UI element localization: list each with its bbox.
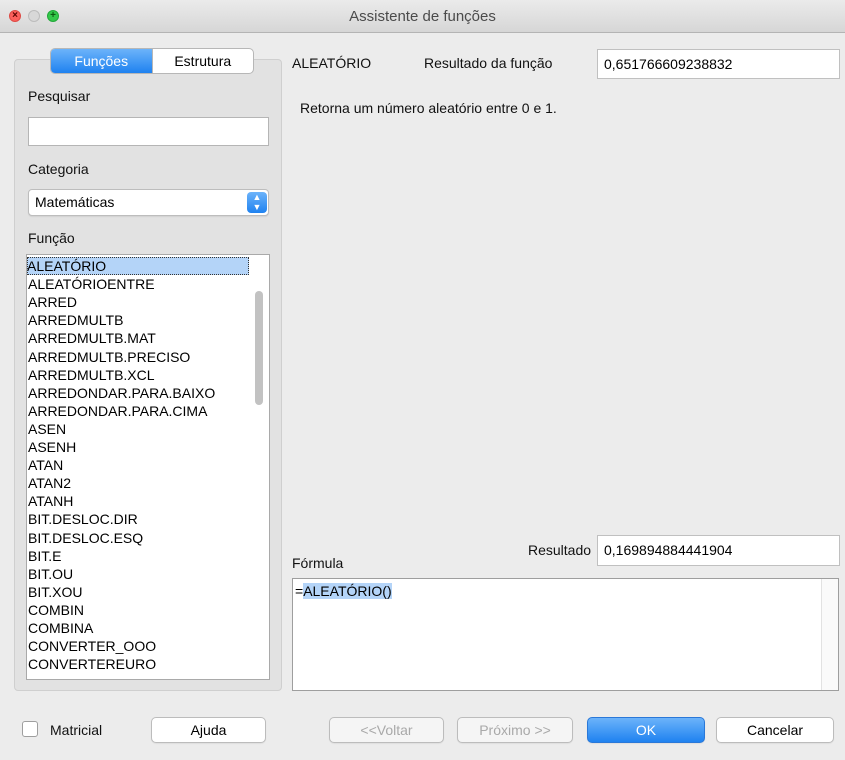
function-name: ALEATÓRIO [292,55,372,71]
search-label: Pesquisar [28,88,91,104]
tab-bar: Funções Estrutura [50,48,254,74]
list-item[interactable]: BIT.DESLOC.ESQ [28,529,252,547]
window-title: Assistente de funções [349,8,496,25]
list-item[interactable]: BIT.E [28,547,252,565]
list-item[interactable]: ASEN [28,420,252,438]
next-button[interactable]: Próximo >> [457,717,573,743]
tab-estrutura[interactable]: Estrutura [151,49,254,73]
function-result-field[interactable]: 0,651766609238832 [597,49,840,79]
matricial-label: Matricial [50,722,103,738]
formula-result-label: Resultado [528,542,592,558]
list-item[interactable]: ASENH [28,438,252,456]
list-scrollbar-thumb[interactable] [255,291,263,405]
list-item[interactable]: CONVERTEREURO [28,655,252,673]
function-list[interactable]: ALEATÓRIO ALEATÓRIOENTRE ARRED ARREDMULTB AR… [26,254,270,680]
formula-label: Fórmula [292,555,344,571]
function-result-label: Resultado da função [424,55,553,71]
list-item[interactable]: COMBIN [28,601,252,619]
function-description: Retorna um número aleatório entre 0 e 1. [300,100,557,116]
list-item[interactable]: ALEATÓRIOENTRE [28,275,252,293]
title-bar: × + Assistente de funções [0,0,845,33]
list-item[interactable]: ARREDMULTB.PRECISO [28,348,252,366]
tab-funcoes[interactable]: Funções [51,49,152,73]
list-item[interactable]: ARREDONDAR.PARA.CIMA [28,402,252,420]
list-item[interactable]: ATAN [28,456,252,474]
list-item[interactable]: ARREDMULTB [28,311,252,329]
list-item[interactable]: ARRED [28,293,252,311]
list-item[interactable]: ARREDMULTB.XCL [28,366,252,384]
list-item[interactable]: ALEATÓRIO [27,257,249,275]
search-input[interactable] [28,117,269,146]
updown-chevron-icon: ▲ ▼ [247,192,267,213]
formula-selected-text: ALEATÓRIO() [303,583,392,599]
category-label: Categoria [28,161,89,177]
list-item[interactable]: BIT.XOU [28,583,252,601]
list-item[interactable]: ARREDMULTB.MAT [28,329,252,347]
formula-scrollbar[interactable] [821,579,838,690]
list-item[interactable]: COMBINA [28,619,252,637]
category-value: Matemáticas [35,194,115,210]
list-item[interactable]: ATANH [28,492,252,510]
function-list-label: Função [28,230,75,246]
formula-prefix: = [295,583,304,599]
list-item[interactable]: BIT.OU [28,565,252,583]
list-item[interactable]: CONVERTER_OOO [28,637,252,655]
help-button[interactable]: Ajuda [151,717,266,743]
formula-result-field[interactable]: 0,169894884441904 [597,535,840,566]
cancel-button[interactable]: Cancelar [716,717,834,743]
list-item[interactable]: ATAN2 [28,474,252,492]
back-button[interactable]: <<Voltar [329,717,444,743]
formula-text: =ALEATÓRIO() [295,582,392,600]
ok-button[interactable]: OK [587,717,705,743]
matricial-checkbox[interactable] [22,721,38,737]
category-select[interactable]: Matemáticas ▲ ▼ [28,189,269,216]
list-item[interactable]: ARREDONDAR.PARA.BAIXO [28,384,252,402]
list-item[interactable]: BIT.DESLOC.DIR [28,510,252,528]
formula-editor[interactable]: =ALEATÓRIO() [292,578,839,691]
